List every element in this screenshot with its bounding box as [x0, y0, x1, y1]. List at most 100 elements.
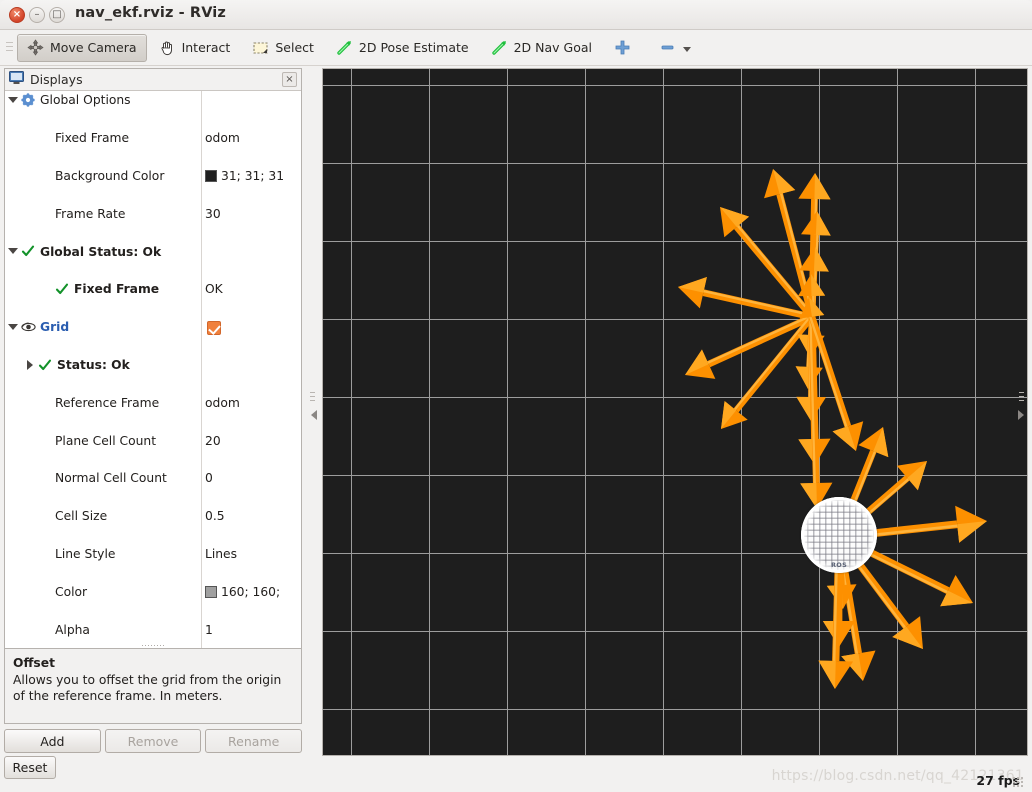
- visibility-checkbox[interactable]: [207, 320, 221, 335]
- tree-row-alpha[interactable]: Alpha 1: [5, 620, 301, 639]
- displays-panel: Displays × Global Options Fixed Frame odom…: [4, 68, 302, 709]
- tree-row-value[interactable]: 31; 31; 31: [205, 169, 284, 183]
- status-bar: Reset https://blog.csdn.net/qq_42121361 …: [4, 756, 1028, 790]
- toolbar-grip[interactable]: [4, 36, 14, 59]
- collapse-right-icon[interactable]: [1018, 410, 1024, 420]
- color-value-text: 31; 31; 31: [221, 169, 285, 184]
- displays-button-row: Add Remove Rename: [4, 729, 303, 755]
- rename-button[interactable]: Rename: [205, 729, 303, 753]
- tree-row-reference-frame[interactable]: Reference Frame odom: [5, 393, 301, 412]
- tool-select[interactable]: Select: [242, 34, 324, 62]
- tree-row-fixed-frame[interactable]: Fixed Frame odom: [5, 129, 301, 148]
- odometry-arrows: [678, 169, 987, 689]
- close-window-button[interactable]: ×: [9, 7, 25, 23]
- main-toolbar: Move Camera Interact Select 2D Pose Esti…: [0, 30, 1032, 66]
- title-bar: × – □ nav_ekf.rviz - RViz: [0, 0, 1032, 30]
- plus-icon: [614, 39, 631, 56]
- tree-row-label: Reference Frame: [55, 395, 160, 410]
- tree-row-label: Global Status: Ok: [40, 244, 162, 259]
- tool-interact[interactable]: Interact: [149, 34, 241, 62]
- tree-row-value[interactable]: 160; 160;: [205, 585, 280, 599]
- displays-panel-title: Displays: [30, 72, 83, 87]
- description-panel: Offset Allows you to offset the grid fro…: [4, 648, 302, 724]
- color-swatch: [205, 585, 217, 598]
- add-button[interactable]: Add: [4, 729, 101, 753]
- displays-panel-header: Displays ×: [5, 69, 301, 91]
- odometry-arrow: [721, 315, 815, 429]
- resize-grip[interactable]: [1012, 776, 1024, 788]
- color-value-text: 160; 160;: [221, 584, 281, 599]
- render-viewport[interactable]: ROS: [322, 68, 1028, 756]
- displays-tree[interactable]: Global Options Fixed Frame odom Background …: [5, 91, 301, 659]
- odometry-arrow: [685, 313, 814, 379]
- tree-row-value[interactable]: 20: [205, 434, 221, 448]
- tree-row-background-color[interactable]: Background Color 31; 31; 31: [5, 167, 301, 186]
- tree-row-label: Fixed Frame: [74, 282, 160, 297]
- tree-row-label: Grid: [40, 320, 70, 335]
- minus-icon: [659, 39, 676, 56]
- chevron-down-icon[interactable]: [8, 95, 18, 105]
- tree-row-value[interactable]: 0: [205, 471, 213, 485]
- tool-minus-menu[interactable]: [649, 34, 708, 62]
- tree-row-value[interactable]: odom: [205, 131, 240, 145]
- tree-row-label: Fixed Frame: [55, 131, 130, 146]
- tree-row-cell-size[interactable]: Cell Size 0.5: [5, 507, 301, 526]
- robot-label: ROS: [830, 561, 848, 569]
- tree-row-label: Cell Size: [55, 509, 108, 524]
- tree-row-label: Normal Cell Count: [55, 471, 167, 486]
- chevron-down-icon[interactable]: [682, 39, 692, 56]
- window-title: nav_ekf.rviz - RViz: [75, 5, 226, 21]
- color-swatch: [205, 170, 217, 183]
- description-title: Offset: [13, 656, 55, 670]
- tree-row-status-fixed-frame[interactable]: Fixed Frame OK: [5, 280, 301, 299]
- robot-model: ROS: [801, 497, 877, 573]
- tool-2d-pose-estimate[interactable]: 2D Pose Estimate: [326, 34, 479, 62]
- tool-2d-nav-goal-label: 2D Nav Goal: [513, 40, 592, 55]
- tree-row-global-options[interactable]: Global Options: [5, 91, 301, 110]
- tool-add-plus[interactable]: [604, 34, 647, 62]
- move-camera-icon: [27, 39, 44, 56]
- left-splitter-grip[interactable]: [310, 392, 315, 404]
- tree-row-frame-rate[interactable]: Frame Rate 30: [5, 204, 301, 223]
- tool-move-camera-label: Move Camera: [50, 40, 137, 55]
- chevron-right-icon[interactable]: [25, 359, 35, 370]
- reset-button[interactable]: Reset: [4, 756, 56, 779]
- maximize-window-button[interactable]: □: [49, 7, 65, 23]
- collapse-left-icon[interactable]: [311, 410, 317, 420]
- tool-move-camera[interactable]: Move Camera: [17, 33, 147, 62]
- close-icon[interactable]: ×: [282, 72, 297, 87]
- right-splitter-grip[interactable]: [1019, 392, 1024, 404]
- tree-row-value[interactable]: OK: [205, 282, 223, 296]
- tool-2d-nav-goal[interactable]: 2D Nav Goal: [481, 34, 602, 62]
- tree-row-normal-cell-count[interactable]: Normal Cell Count 0: [5, 469, 301, 488]
- tree-row-global-status[interactable]: Global Status: Ok: [5, 242, 301, 261]
- tree-row-value[interactable]: Lines: [205, 547, 237, 561]
- monitor-icon: [9, 70, 24, 89]
- tree-row-value[interactable]: 0.5: [205, 509, 225, 523]
- check-icon: [21, 244, 35, 258]
- tree-row-plane-cell-count[interactable]: Plane Cell Count 20: [5, 431, 301, 450]
- gear-icon: [21, 93, 35, 107]
- nav-goal-arrow-icon: [491, 39, 508, 56]
- remove-button[interactable]: Remove: [104, 729, 202, 753]
- tool-2d-pose-estimate-label: 2D Pose Estimate: [358, 40, 469, 55]
- tree-row-label: Background Color: [55, 169, 165, 184]
- tree-row-label: Plane Cell Count: [55, 433, 157, 448]
- tree-row-value[interactable]: 30: [205, 207, 221, 221]
- tree-row-grid-status[interactable]: Status: Ok: [5, 356, 301, 375]
- chevron-down-icon[interactable]: [8, 322, 18, 332]
- tree-row-value[interactable]: 1: [205, 623, 213, 637]
- odometry-arrow: [808, 315, 864, 451]
- tree-row-label: Color: [55, 584, 88, 599]
- check-icon: [55, 282, 69, 296]
- select-rect-icon: [252, 39, 269, 56]
- tree-row-grid-color[interactable]: Color 160; 160;: [5, 582, 301, 601]
- chevron-down-icon[interactable]: [8, 246, 18, 256]
- minimize-window-button[interactable]: –: [29, 7, 45, 23]
- tree-row-value[interactable]: odom: [205, 396, 240, 410]
- tree-row-label: Alpha: [55, 622, 90, 637]
- tree-row-line-style[interactable]: Line Style Lines: [5, 544, 301, 563]
- description-body: Allows you to offset the grid from the o…: [13, 672, 282, 704]
- robot-edge-highlight: [801, 497, 877, 573]
- tree-row-grid[interactable]: Grid: [5, 318, 301, 337]
